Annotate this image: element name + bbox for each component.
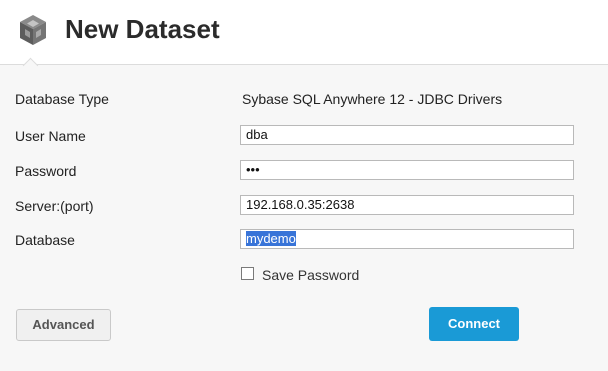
connect-button[interactable]: Connect [429, 307, 519, 341]
dialog-header: New Dataset [0, 0, 608, 65]
server-port-label: Server:(port) [15, 198, 94, 214]
server-port-field[interactable]: 192.168.0.35:2638 [240, 195, 574, 215]
database-type-label: Database Type [15, 91, 109, 107]
user-name-label: User Name [15, 128, 86, 144]
save-password-label[interactable]: Save Password [262, 267, 359, 283]
database-field[interactable]: mydemo [240, 229, 574, 249]
database-label: Database [15, 232, 75, 248]
password-label: Password [15, 163, 77, 179]
save-password-checkbox[interactable] [241, 267, 254, 280]
database-type-value: Sybase SQL Anywhere 12 - JDBC Drivers [242, 91, 503, 107]
user-name-field[interactable]: dba [240, 125, 574, 145]
password-field[interactable]: ••• [240, 160, 574, 180]
advanced-button[interactable]: Advanced [16, 309, 111, 341]
page-title: New Dataset [65, 14, 220, 44]
cube-icon [20, 15, 46, 45]
selected-text: mydemo [246, 231, 296, 246]
